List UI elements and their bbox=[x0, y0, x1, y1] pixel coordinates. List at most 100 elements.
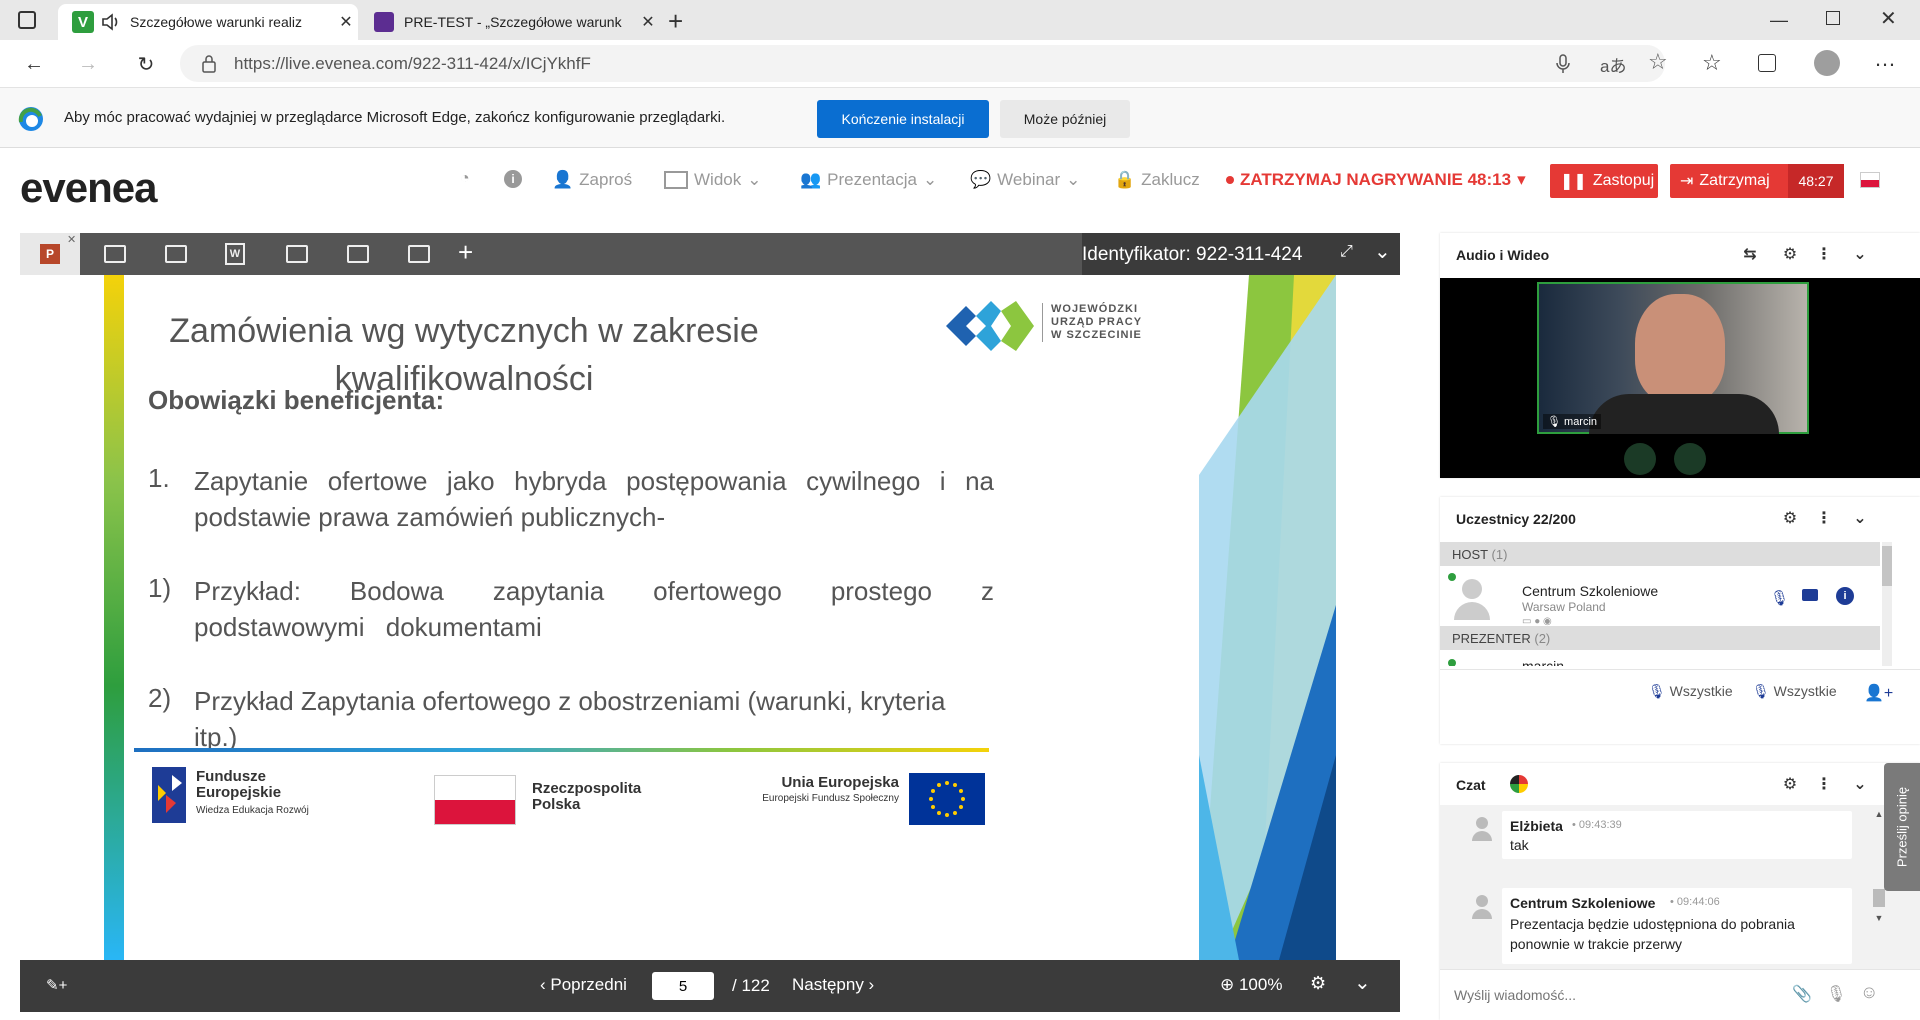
invite-menu[interactable]: 👤 Zaproś bbox=[552, 170, 632, 190]
participants-panel: Uczestnicy 22/200 ⚙ ⋮ ⌄ HOST (1) Centrum… bbox=[1440, 497, 1920, 744]
close-file-icon[interactable]: ✕ bbox=[67, 233, 76, 246]
tab-actions-icon[interactable] bbox=[18, 11, 36, 29]
slides-thumb-active[interactable]: P ✕ bbox=[20, 233, 80, 275]
emoji-picker-icon[interactable]: ☺ bbox=[1860, 982, 1878, 1003]
prev-slide-button[interactable]: ‹ Poprzedni bbox=[540, 975, 627, 995]
tab-active[interactable]: V Szczegółowe warunki realiz ✕ bbox=[58, 4, 358, 40]
pause-button[interactable]: ❚❚ Zastopuj bbox=[1550, 164, 1658, 198]
close-tab-icon[interactable]: ✕ bbox=[636, 12, 660, 32]
maximize-icon[interactable] bbox=[1826, 11, 1840, 25]
add-file-icon[interactable]: + bbox=[458, 237, 473, 268]
profile-avatar[interactable] bbox=[1814, 50, 1840, 76]
microphone-icon[interactable] bbox=[1556, 54, 1570, 74]
chevron-down-icon[interactable]: ⌄ bbox=[1354, 970, 1371, 995]
slide-left-stripe bbox=[104, 275, 124, 960]
mute-all-mics-button[interactable]: 🎙 Wszystkie bbox=[1752, 683, 1837, 700]
participant-mic-icon[interactable]: 🎙 bbox=[1770, 589, 1789, 607]
wup-line2: URZĄD PRACY bbox=[1051, 316, 1143, 328]
fe-line2: Europejskie bbox=[196, 784, 282, 801]
wup-line1: WOJEWÓDZKI bbox=[1051, 303, 1138, 315]
more-icon[interactable]: … bbox=[1874, 46, 1896, 72]
finish-setup-button[interactable]: Kończenie instalacji bbox=[817, 100, 989, 138]
mic-toggle-icon[interactable] bbox=[1674, 443, 1706, 475]
info-icon[interactable]: i bbox=[504, 170, 522, 188]
powerpoint-icon: P bbox=[40, 244, 60, 264]
close-tab-icon[interactable]: ✕ bbox=[334, 12, 358, 32]
maybe-later-button[interactable]: Może później bbox=[1000, 100, 1130, 138]
new-tab-icon[interactable]: + bbox=[668, 6, 683, 37]
camera-toggle-icon[interactable] bbox=[1624, 443, 1656, 475]
fe-line3: Wiedza Edukacja Rozwój bbox=[196, 805, 309, 816]
presentation-menu[interactable]: 👥 Prezentacja ⌄ bbox=[800, 170, 937, 190]
add-participant-icon[interactable]: 👤+ bbox=[1864, 683, 1893, 703]
image-file-icon[interactable] bbox=[408, 245, 430, 263]
url-field[interactable]: https://live.evenea.com/922-311-424/x/IC… bbox=[180, 45, 1668, 82]
emoji-icon[interactable] bbox=[1510, 775, 1528, 793]
invite-icon: 👤 bbox=[552, 170, 574, 189]
feedback-tab[interactable]: Prześlij opinię bbox=[1884, 763, 1920, 891]
session-timer: 48:27 bbox=[1788, 164, 1844, 198]
more-vertical-icon[interactable]: ⋮ bbox=[1814, 774, 1834, 794]
tab-inactive[interactable]: PRE-TEST - „Szczegółowe warunk ✕ bbox=[360, 4, 660, 40]
settings-gear-icon[interactable]: ⚙ bbox=[1780, 508, 1800, 528]
presenter-header-label: PREZENTER bbox=[1452, 631, 1531, 646]
page-input[interactable] bbox=[652, 972, 714, 1000]
item-number: 2) bbox=[148, 683, 172, 713]
webinar-menu[interactable]: 💬 Webinar ⌄ bbox=[970, 170, 1080, 190]
image-file-icon[interactable] bbox=[347, 245, 369, 263]
participant-info-icon[interactable]: i bbox=[1836, 587, 1854, 605]
presenter-group-header[interactable]: PREZENTER (2) bbox=[1440, 626, 1880, 650]
slide-item-2: Przykład: Bodowa zapytania ofertowego pr… bbox=[194, 576, 994, 642]
close-icon[interactable]: ✕ bbox=[1880, 6, 1897, 31]
back-icon[interactable]: ← bbox=[16, 46, 52, 82]
tab-title: PRE-TEST - „Szczegółowe warunk bbox=[404, 14, 622, 30]
polish-flag-icon[interactable] bbox=[1860, 172, 1880, 188]
panel-title: Uczestnicy 22/200 bbox=[1456, 511, 1576, 527]
attach-icon[interactable]: 📎 bbox=[1792, 984, 1812, 1004]
collections-icon[interactable] bbox=[1758, 54, 1776, 72]
annotate-pen-icon[interactable]: ✎+ bbox=[46, 976, 67, 994]
image-file-icon[interactable] bbox=[286, 245, 308, 263]
settings-gear-icon[interactable]: ⚙ bbox=[1310, 973, 1326, 994]
feedback-label: Prześlij opinię bbox=[1894, 786, 1910, 868]
more-vertical-icon[interactable]: ⋮ bbox=[1814, 508, 1834, 528]
forms-favicon-icon bbox=[374, 12, 394, 32]
view-menu[interactable]: Widok ⌄ bbox=[664, 170, 761, 190]
chevron-down-icon[interactable]: ⌄ bbox=[1850, 508, 1870, 528]
speaker-video[interactable]: 🎙 marcin bbox=[1537, 282, 1809, 434]
host-group-header[interactable]: HOST (1) bbox=[1440, 542, 1880, 566]
settings-gear-icon[interactable]: ⚙ bbox=[1780, 244, 1800, 264]
image-file-icon[interactable] bbox=[104, 245, 126, 263]
settings-gear-icon[interactable]: ⚙ bbox=[1780, 774, 1800, 794]
chevron-down-icon[interactable]: ⌄ bbox=[1374, 239, 1391, 264]
swap-icon[interactable]: ⇆ bbox=[1740, 244, 1760, 264]
fullscreen-icon[interactable]: ⤢ bbox=[1340, 243, 1353, 261]
chat-message-input[interactable] bbox=[1454, 982, 1754, 1008]
add-favorite-icon[interactable]: ☆ bbox=[1648, 49, 1668, 75]
chat-messages: Elżbieta • 09:43:39 tak Centrum Szkoleni… bbox=[1440, 805, 1920, 969]
word-file-icon[interactable]: W bbox=[225, 243, 245, 265]
speaker-icon[interactable] bbox=[100, 12, 124, 32]
lock-menu[interactable]: 🔒 Zaklucz bbox=[1114, 170, 1200, 190]
voice-message-icon[interactable]: 🎙 bbox=[1826, 984, 1846, 1004]
chevron-down-icon[interactable]: ⌄ bbox=[1850, 774, 1870, 794]
stop-recording-menu[interactable]: ZATRZYMAJ NAGRYWANIE 48:13 ▾ bbox=[1226, 170, 1526, 190]
image-file-icon[interactable] bbox=[165, 245, 187, 263]
next-slide-button[interactable]: Następny › bbox=[792, 975, 874, 995]
forward-icon[interactable]: → bbox=[70, 46, 106, 82]
zoom-control[interactable]: ⊕ 100% bbox=[1220, 975, 1282, 995]
online-status-dot bbox=[1448, 659, 1456, 666]
favorites-icon[interactable]: ☆ bbox=[1702, 50, 1722, 76]
polish-flag-logo bbox=[434, 775, 516, 825]
minimize-icon[interactable]: — bbox=[1770, 10, 1788, 31]
read-aloud-icon[interactable]: aあ bbox=[1600, 52, 1626, 77]
mute-all-button[interactable]: 🎙 Wszystkie bbox=[1648, 683, 1733, 700]
chevron-down-icon[interactable]: ⌄ bbox=[1850, 244, 1870, 264]
scrollbar[interactable] bbox=[1882, 542, 1892, 666]
participant-camera-icon[interactable] bbox=[1802, 589, 1818, 601]
mute-all-label-2: Wszystkie bbox=[1773, 683, 1837, 699]
refresh-icon[interactable]: ↻ bbox=[128, 46, 164, 82]
more-vertical-icon[interactable]: ⋮ bbox=[1814, 244, 1834, 264]
evenea-logo[interactable]: evenea bbox=[20, 164, 157, 212]
stop-button[interactable]: ⇥ Zatrzymaj 48:27 bbox=[1670, 164, 1844, 198]
